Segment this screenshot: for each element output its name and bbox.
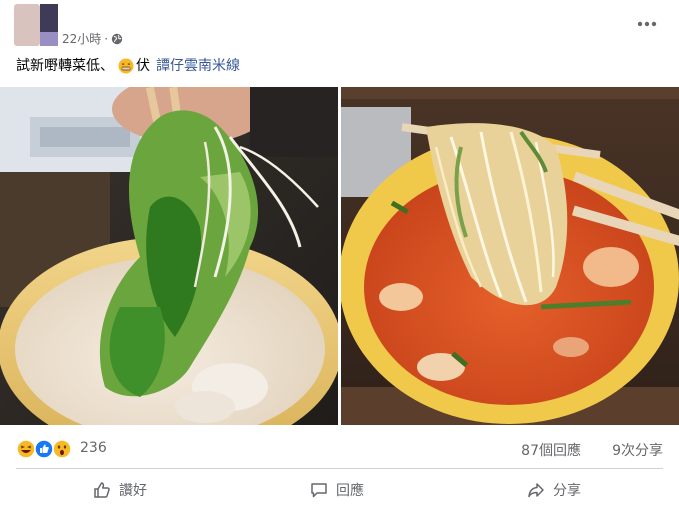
- comment-icon: [311, 483, 327, 498]
- comment-label: 回應: [336, 483, 364, 499]
- post-actions: 讚好 回應 分享: [0, 472, 679, 508]
- like-button[interactable]: 讚好: [93, 474, 147, 506]
- meta-separator: ·: [104, 31, 109, 46]
- share-count[interactable]: 9次分享: [612, 440, 663, 460]
- caption-suffix: 伏: [136, 58, 150, 74]
- post-header: 22小時 ·: [0, 0, 679, 50]
- restaurant-tag-link[interactable]: 譚仔雲南米線: [156, 56, 240, 76]
- post-timestamp[interactable]: 22小時: [62, 30, 101, 47]
- comment-count[interactable]: 87個回應: [521, 440, 581, 460]
- grimace-emoji-icon: [118, 58, 134, 74]
- post-meta: 22小時 ·: [62, 30, 123, 47]
- avatar[interactable]: [14, 4, 58, 46]
- post-caption: 試新嘢轉菜低、 伏 譚仔雲南米線: [16, 56, 240, 76]
- divider: [16, 468, 663, 469]
- thumbs-up-icon: [94, 482, 110, 498]
- like-label: 讚好: [119, 483, 147, 499]
- globe-icon: [111, 33, 123, 45]
- avatar-blur-dark: [40, 4, 58, 32]
- caption-text: 試新嘢轉菜低、: [16, 58, 114, 74]
- avatar-blur-light: [40, 32, 58, 46]
- more-icon: [637, 21, 657, 27]
- share-label: 分享: [553, 483, 581, 499]
- reaction-count[interactable]: 236: [80, 440, 107, 456]
- facebook-post: 22小時 · 試新嘢轉菜低、 伏 譚仔雲南米線 236 87個回應 9次分享 讚…: [0, 0, 679, 507]
- post-photo-vegetables[interactable]: [0, 87, 338, 425]
- more-options-button[interactable]: [629, 10, 665, 38]
- reaction-icons[interactable]: [16, 439, 72, 459]
- comment-button[interactable]: 回應: [310, 474, 364, 506]
- like-icon: [34, 439, 54, 459]
- share-icon: [528, 483, 544, 498]
- reactions-summary: 236 87個回應 9次分享: [0, 432, 679, 466]
- wow-icon: [52, 439, 72, 459]
- avatar-blur: [14, 4, 40, 46]
- haha-icon: [16, 439, 36, 459]
- post-photo-spicy-soup[interactable]: [341, 87, 679, 425]
- share-button[interactable]: 分享: [527, 474, 581, 506]
